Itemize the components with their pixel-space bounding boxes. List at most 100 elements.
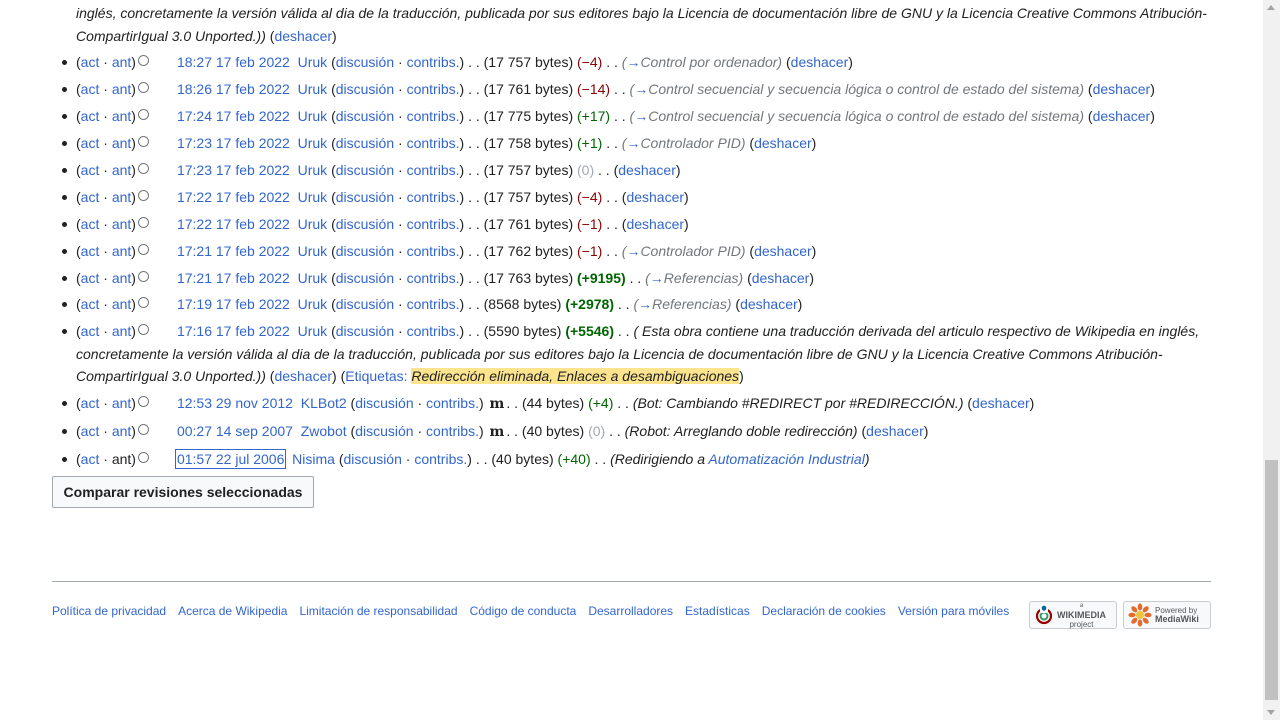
contribs-link[interactable]: contribs.	[407, 81, 460, 97]
act-link[interactable]: act	[81, 323, 100, 339]
talk-link[interactable]: discusión	[336, 189, 394, 205]
wikimedia-project-badge[interactable]: a WIKIMEDIA project	[1029, 601, 1117, 629]
user-link[interactable]: Uruk	[298, 216, 328, 232]
compare-revisions-button[interactable]: Comparar revisiones seleccionadas	[52, 476, 314, 508]
contribs-link[interactable]: contribs.	[426, 423, 479, 439]
revision-date-link[interactable]: 17:23 17 feb 2022	[177, 135, 290, 151]
act-link[interactable]: act	[81, 216, 100, 232]
contribs-link[interactable]: contribs.	[407, 135, 460, 151]
section-link[interactable]: →	[638, 296, 652, 312]
footer-link[interactable]: Estadísticas	[685, 604, 750, 618]
revision-radio[interactable]	[137, 270, 149, 282]
talk-link[interactable]: discusión	[336, 270, 394, 286]
section-link[interactable]: →	[626, 243, 640, 259]
revision-date-link[interactable]: 12:53 29 nov 2012	[177, 395, 293, 411]
contribs-link[interactable]: contribs.	[407, 162, 460, 178]
section-link[interactable]: →	[634, 81, 648, 97]
contribs-link[interactable]: contribs.	[407, 216, 460, 232]
talk-link[interactable]: discusión	[336, 162, 394, 178]
undo-link[interactable]: deshacer	[752, 270, 810, 286]
revision-radio[interactable]	[137, 324, 149, 336]
powered-by-mediawiki-badge[interactable]: Powered by MediaWiki	[1123, 601, 1211, 629]
footer-link[interactable]: Limitación de responsabilidad	[299, 604, 457, 618]
undo-link[interactable]: deshacer	[972, 395, 1030, 411]
footer-link[interactable]: Versión para móviles	[898, 604, 1009, 618]
act-link[interactable]: act	[81, 54, 100, 70]
undo-link[interactable]: deshacer	[754, 135, 812, 151]
ant-link[interactable]: ant	[112, 108, 131, 124]
scrollbar-thumb[interactable]	[1265, 460, 1278, 700]
revision-date-link[interactable]: 18:26 17 feb 2022	[177, 81, 290, 97]
talk-link[interactable]: discusión	[336, 216, 394, 232]
contribs-link[interactable]: contribs.	[407, 270, 460, 286]
tags-link[interactable]: Etiquetas:	[345, 368, 407, 384]
act-link[interactable]: act	[81, 189, 100, 205]
ant-link[interactable]: ant	[112, 296, 131, 312]
section-link[interactable]: →	[626, 135, 640, 151]
contribs-link[interactable]: contribs.	[407, 54, 460, 70]
revision-date-link[interactable]: 17:16 17 feb 2022	[177, 323, 290, 339]
act-link[interactable]: act	[81, 81, 100, 97]
footer-link[interactable]: Política de privacidad	[52, 604, 166, 618]
contribs-link[interactable]: contribs.	[407, 108, 460, 124]
ant-link[interactable]: ant	[112, 423, 131, 439]
revision-date-link[interactable]: 17:21 17 feb 2022	[177, 243, 290, 259]
act-link[interactable]: act	[81, 395, 100, 411]
ant-link[interactable]: ant	[112, 135, 131, 151]
revision-date-link[interactable]: 17:23 17 feb 2022	[177, 162, 290, 178]
undo-link[interactable]: deshacer	[1093, 108, 1151, 124]
talk-link[interactable]: discusión	[336, 296, 394, 312]
talk-link[interactable]: discusión	[344, 451, 402, 467]
vertical-scrollbar[interactable]	[1263, 0, 1280, 720]
undo-link[interactable]: deshacer	[754, 243, 812, 259]
revision-radio[interactable]	[137, 189, 149, 201]
redirect-target-link[interactable]: Automatización Industrial	[708, 451, 864, 467]
act-link[interactable]: act	[81, 243, 100, 259]
revision-date-link[interactable]: 17:24 17 feb 2022	[177, 108, 290, 124]
revision-date-link[interactable]: 18:27 17 feb 2022	[177, 54, 290, 70]
revision-radio[interactable]	[137, 424, 149, 436]
revision-date-link[interactable]: 01:57 22 jul 2006	[174, 448, 287, 469]
user-link[interactable]: Uruk	[298, 162, 328, 178]
user-link[interactable]: Uruk	[298, 296, 328, 312]
ant-link[interactable]: ant	[112, 189, 131, 205]
undo-link[interactable]: deshacer	[618, 162, 676, 178]
section-link[interactable]: →	[634, 108, 648, 124]
revision-radio[interactable]	[137, 297, 149, 309]
scroll-down-arrow-icon[interactable]	[1267, 710, 1275, 715]
act-link[interactable]: act	[81, 162, 100, 178]
talk-link[interactable]: discusión	[336, 243, 394, 259]
undo-link[interactable]: deshacer	[1093, 81, 1151, 97]
contribs-link[interactable]: contribs.	[414, 451, 467, 467]
section-link[interactable]: →	[650, 270, 664, 286]
act-link[interactable]: act	[81, 135, 100, 151]
talk-link[interactable]: discusión	[355, 423, 413, 439]
revision-radio[interactable]	[137, 136, 149, 148]
contribs-link[interactable]: contribs.	[426, 395, 479, 411]
user-link[interactable]: Uruk	[298, 270, 328, 286]
act-link[interactable]: act	[81, 108, 100, 124]
act-link[interactable]: act	[81, 423, 100, 439]
talk-link[interactable]: discusión	[336, 81, 394, 97]
talk-link[interactable]: discusión	[336, 135, 394, 151]
contribs-link[interactable]: contribs.	[407, 296, 460, 312]
revision-date-link[interactable]: 17:22 17 feb 2022	[177, 216, 290, 232]
user-link[interactable]: Uruk	[298, 189, 328, 205]
act-link[interactable]: act	[81, 270, 100, 286]
ant-link[interactable]: ant	[112, 54, 131, 70]
user-link[interactable]: Uruk	[298, 243, 328, 259]
ant-link[interactable]: ant	[112, 162, 131, 178]
revision-date-link[interactable]: 17:22 17 feb 2022	[177, 189, 290, 205]
talk-link[interactable]: discusión	[336, 323, 394, 339]
ant-link[interactable]: ant	[112, 323, 131, 339]
ant-link[interactable]: ant	[112, 81, 131, 97]
revision-radio[interactable]	[137, 55, 149, 67]
undo-link[interactable]: deshacer	[274, 28, 332, 44]
revision-date-link[interactable]: 17:19 17 feb 2022	[177, 296, 290, 312]
user-link[interactable]: Uruk	[298, 108, 328, 124]
user-link[interactable]: Uruk	[298, 323, 328, 339]
revision-radio[interactable]	[137, 243, 149, 255]
revision-radio[interactable]	[137, 162, 149, 174]
talk-link[interactable]: discusión	[336, 54, 394, 70]
footer-link[interactable]: Desarrolladores	[588, 604, 673, 618]
